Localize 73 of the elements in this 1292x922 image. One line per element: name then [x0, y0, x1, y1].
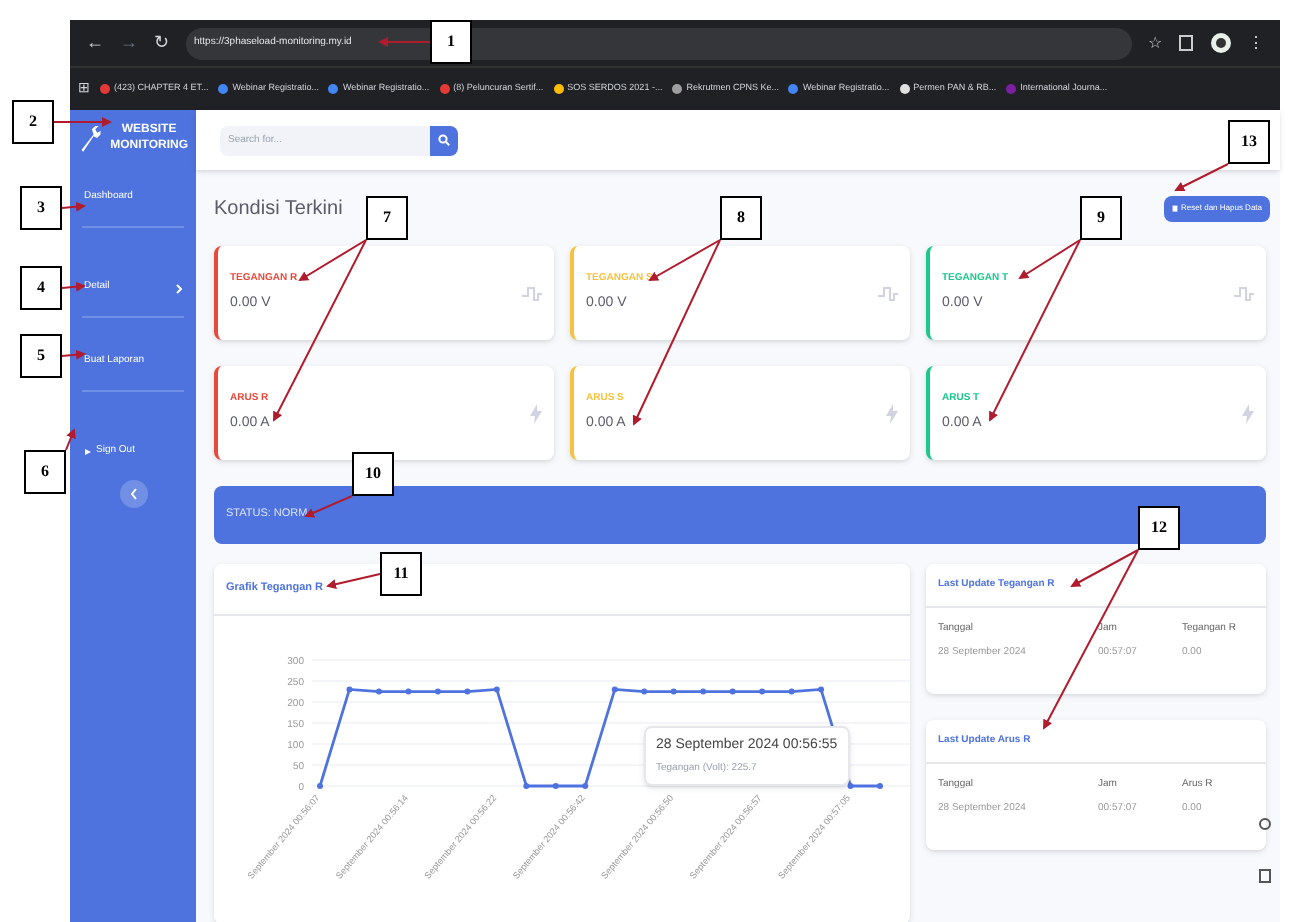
- callout-number: 13: [1228, 120, 1270, 164]
- extension-icon[interactable]: [1178, 34, 1194, 52]
- data-point: [729, 688, 736, 695]
- callout-number: 5: [20, 334, 62, 378]
- sign-out-icon: [84, 448, 92, 456]
- data-point: [405, 688, 412, 695]
- wave-icon: [878, 283, 898, 303]
- data-point: [375, 688, 382, 695]
- callout-number: 10: [352, 452, 394, 496]
- callout-number: 12: [1138, 506, 1180, 550]
- data-point: [434, 688, 441, 695]
- chevron-right-icon: [176, 283, 182, 293]
- data-point: [700, 688, 707, 695]
- data-point: [464, 688, 471, 695]
- data-point: [759, 688, 766, 695]
- callout-number: 7: [366, 196, 408, 240]
- data-point: [670, 688, 677, 695]
- bookmark-favicon-icon: [439, 84, 450, 94]
- data-point: [582, 783, 589, 789]
- callout-number: 1: [430, 20, 472, 64]
- callout-arrow: [53, 117, 112, 127]
- data-point: [847, 783, 854, 789]
- callout-arrow: [65, 428, 76, 451]
- profile-icon[interactable]: [1210, 32, 1232, 54]
- lightning-icon: [1242, 403, 1254, 423]
- data-point: [552, 783, 559, 789]
- bookmark-favicon-icon: [1006, 84, 1017, 94]
- reload-icon[interactable]: ↻: [154, 34, 170, 52]
- chevron-left-icon: [129, 488, 137, 500]
- data-point: [641, 688, 648, 695]
- back-icon[interactable]: ←: [86, 34, 104, 52]
- data-point: [788, 688, 795, 695]
- callout-number: 9: [1080, 196, 1122, 240]
- callout-arrow: [304, 495, 353, 518]
- bookmark-favicon-icon: [328, 84, 339, 94]
- callout-number: 11: [380, 552, 422, 596]
- bookmark-favicon-icon: [100, 84, 110, 94]
- bookmark-favicon-icon: [553, 84, 564, 94]
- data-point: [346, 686, 353, 693]
- page-icon[interactable]: [1258, 868, 1272, 884]
- menu-icon[interactable]: ⋮: [1248, 35, 1264, 51]
- data-point: [818, 686, 825, 693]
- bookmark-favicon-icon: [672, 84, 683, 94]
- sidebar-toggle-button[interactable]: [119, 480, 147, 508]
- page-heading: Kondisi Terkini: [214, 195, 343, 223]
- callout-arrow: [61, 201, 86, 212]
- callout-arrow: [378, 37, 431, 47]
- search-icon: [438, 134, 450, 146]
- data-point: [611, 686, 618, 693]
- bookmark-favicon-icon: [218, 84, 229, 94]
- lightning-icon: [530, 403, 542, 423]
- search-button[interactable]: [430, 125, 458, 155]
- bookmark-favicon-icon: [788, 84, 799, 94]
- callout-arrow: [1174, 163, 1229, 191]
- bookmark-favicon-icon: [899, 84, 910, 94]
- callout-number: 4: [20, 266, 62, 310]
- data-point: [317, 783, 323, 789]
- lightning-icon: [886, 403, 898, 423]
- callout-number: 8: [720, 196, 762, 240]
- trash-icon: [1171, 204, 1178, 212]
- callout-arrow: [326, 573, 381, 590]
- wave-icon: [522, 283, 542, 303]
- data-point: [493, 686, 500, 693]
- data-point: [877, 783, 883, 789]
- data-point: [523, 783, 530, 789]
- callout-arrow: [61, 281, 86, 292]
- star-icon[interactable]: ☆: [1148, 35, 1162, 51]
- callout-arrow: [61, 349, 86, 360]
- callout-number: 3: [20, 186, 62, 230]
- wave-icon: [1234, 283, 1254, 303]
- callout-number: 6: [24, 450, 66, 494]
- callout-number: 2: [12, 100, 54, 144]
- wrench-icon: [78, 122, 103, 154]
